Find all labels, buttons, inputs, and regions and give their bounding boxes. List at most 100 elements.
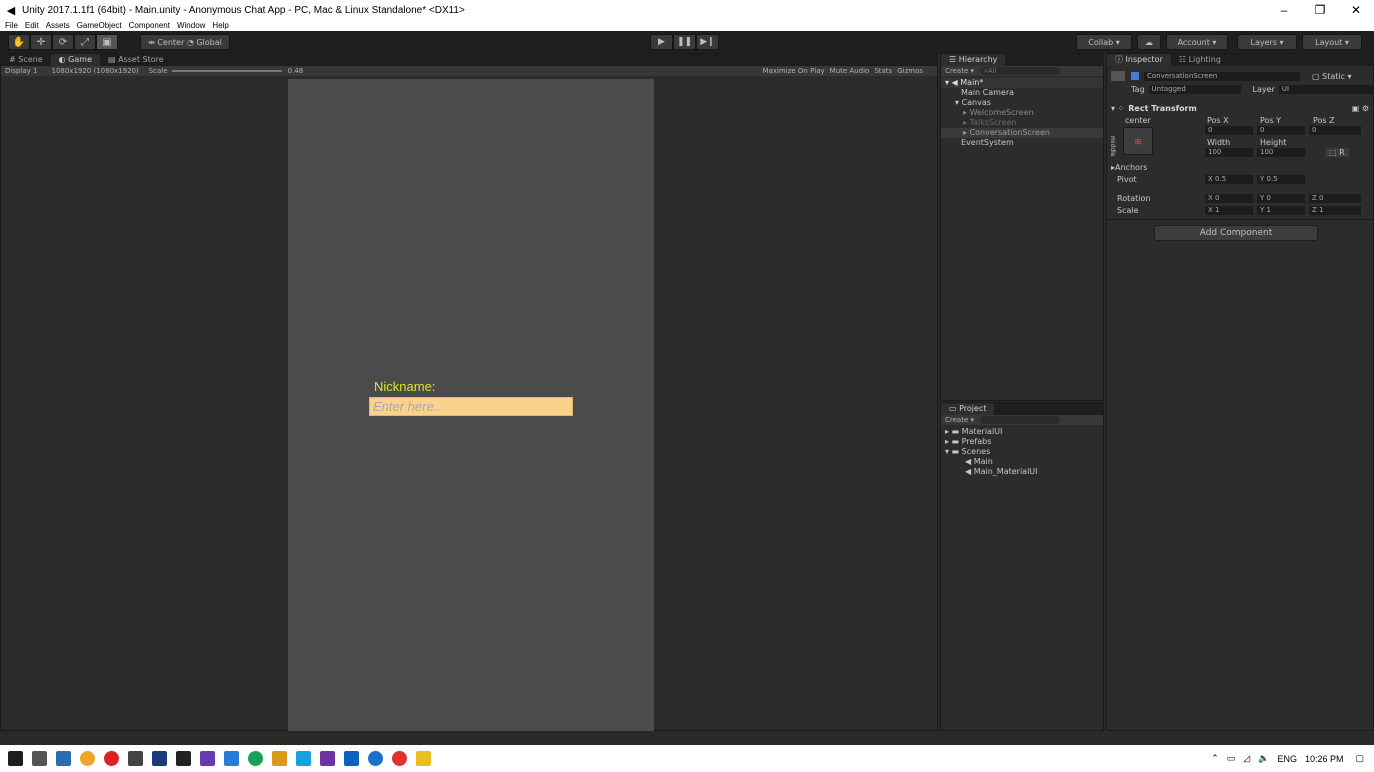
pos-y-field[interactable]: 0 xyxy=(1257,125,1305,135)
rotation-z-field[interactable]: Z 0 xyxy=(1309,193,1361,203)
maximize-button[interactable]: ❐ xyxy=(1302,0,1338,20)
pos-z-field[interactable]: 0 xyxy=(1309,125,1361,135)
blueprint-raw-buttons[interactable]: ⬚ R xyxy=(1325,147,1349,157)
visual-studio-icon[interactable] xyxy=(200,751,215,766)
active-checkbox[interactable] xyxy=(1131,72,1139,80)
rotation-y-field[interactable]: Y 0 xyxy=(1257,193,1305,203)
add-component-button[interactable]: Add Component xyxy=(1154,225,1318,241)
layout-dropdown[interactable]: Layout ▾ xyxy=(1302,34,1362,50)
menu-window[interactable]: Window xyxy=(177,21,205,30)
skype-icon[interactable] xyxy=(296,751,311,766)
scene-file-main-materialui[interactable]: ◀ Main_MaterialUI xyxy=(941,467,1103,477)
folder-prefabs[interactable]: ▸ ▬ Prefabs xyxy=(941,437,1103,447)
rotation-x-field[interactable]: X 0 xyxy=(1205,193,1253,203)
tab-game[interactable]: ◐ Game xyxy=(50,54,100,66)
folder-materialui[interactable]: ▸ ▬ MaterialUI xyxy=(941,427,1103,437)
stats-toggle[interactable]: Stats xyxy=(874,66,892,76)
network-icon[interactable]: ◿ xyxy=(1243,753,1250,764)
hierarchy-item-main-camera[interactable]: Main Camera xyxy=(941,88,1103,98)
display-dropdown[interactable]: Display 1 xyxy=(5,66,37,76)
anchor-presets-button[interactable]: ⊞ xyxy=(1123,127,1153,155)
language-indicator[interactable]: ENG xyxy=(1277,754,1297,764)
account-dropdown[interactable]: Account ▾ xyxy=(1166,34,1228,50)
battery-icon[interactable]: ▭ xyxy=(1227,753,1236,764)
menu-file[interactable]: File xyxy=(5,21,18,30)
tab-asset-store[interactable]: ▤ Asset Store xyxy=(100,54,172,66)
tab-hierarchy[interactable]: ☰ Hierarchy xyxy=(941,54,1006,66)
opera-icon[interactable] xyxy=(104,751,119,766)
pause-icon[interactable]: ❚❚ xyxy=(673,34,696,50)
resolution-dropdown[interactable]: 1080x1920 (1080x1920) xyxy=(51,66,138,76)
chrome-icon[interactable] xyxy=(80,751,95,766)
menu-help[interactable]: Help xyxy=(212,21,228,30)
move-tool-icon[interactable]: ✛ xyxy=(30,34,52,50)
hierarchy-item-welcome-screen[interactable]: ▸ WelcomeScreen xyxy=(941,108,1103,118)
rect-transform-header[interactable]: ▾ ⁘ Rect Transform ▣ ⚙ xyxy=(1111,103,1369,113)
hierarchy-item-event-system[interactable]: EventSystem xyxy=(941,138,1103,148)
tab-inspector[interactable]: ⓘ Inspector xyxy=(1107,54,1171,66)
sticky-notes-icon[interactable] xyxy=(416,751,431,766)
hierarchy-search-input[interactable]: ⌕All xyxy=(980,67,1060,75)
layer-dropdown[interactable]: UI xyxy=(1278,84,1374,94)
menu-component[interactable]: Component xyxy=(129,21,170,30)
nickname-input[interactable]: Enter here.. xyxy=(369,397,573,416)
app-icon[interactable] xyxy=(320,751,335,766)
pivot-y-field[interactable]: Y 0.5 xyxy=(1257,174,1305,184)
menu-gameobject[interactable]: GameObject xyxy=(77,21,122,30)
scale-tool-icon[interactable]: ⤢ xyxy=(74,34,96,50)
rotate-tool-icon[interactable]: ⟳ xyxy=(52,34,74,50)
rect-tool-icon[interactable]: ▣ xyxy=(96,34,118,50)
collab-button[interactable]: Collab ▾ xyxy=(1076,34,1132,50)
volume-icon[interactable]: 🔈 xyxy=(1258,753,1269,764)
chevron-up-icon[interactable]: ⌃ xyxy=(1211,753,1219,764)
tab-lighting[interactable]: ☷ Lighting xyxy=(1171,54,1229,66)
step-icon[interactable]: ▶❙ xyxy=(696,34,719,50)
minimize-button[interactable]: – xyxy=(1266,0,1302,20)
notification-icon[interactable]: ▢ xyxy=(1355,753,1364,764)
maximize-on-play-toggle[interactable]: Maximize On Play xyxy=(763,66,825,76)
pos-x-field[interactable]: 0 xyxy=(1205,125,1253,135)
spotify-icon[interactable] xyxy=(248,751,263,766)
gizmos-dropdown[interactable]: Gizmos xyxy=(897,66,923,76)
cloud-button[interactable]: ☁ xyxy=(1137,34,1161,50)
project-search-input[interactable] xyxy=(980,416,1060,424)
width-field[interactable]: 100 xyxy=(1205,147,1253,157)
component-settings-icon[interactable]: ▣ ⚙ xyxy=(1352,104,1369,113)
play-icon[interactable]: ▶ xyxy=(650,34,673,50)
scale-y-field[interactable]: Y 1 xyxy=(1257,205,1305,215)
pivot-x-field[interactable]: X 0.5 xyxy=(1205,174,1253,184)
app-icon[interactable] xyxy=(392,751,407,766)
layers-dropdown[interactable]: Layers ▾ xyxy=(1237,34,1297,50)
unity-icon[interactable] xyxy=(176,751,191,766)
close-button[interactable]: ✕ xyxy=(1338,0,1374,20)
folder-scenes[interactable]: ▾ ▬ Scenes xyxy=(941,447,1103,457)
scene-row[interactable]: ▾ ◀ Main* xyxy=(941,78,1103,88)
task-view-icon[interactable] xyxy=(32,751,47,766)
tab-scene[interactable]: # Scene xyxy=(1,54,51,66)
explorer-icon[interactable] xyxy=(56,751,71,766)
start-icon[interactable] xyxy=(8,751,23,766)
clock[interactable]: 10:26 PM xyxy=(1305,754,1344,764)
app-icon[interactable] xyxy=(368,751,383,766)
scene-file-main[interactable]: ◀ Main xyxy=(941,457,1103,467)
photoshop-icon[interactable] xyxy=(152,751,167,766)
anchors-foldout[interactable]: ▸ Anchors xyxy=(1111,162,1147,172)
menu-assets[interactable]: Assets xyxy=(46,21,70,30)
notepad-icon[interactable] xyxy=(128,751,143,766)
gameobject-name-field[interactable]: ConversationScreen xyxy=(1144,71,1300,81)
vscode-icon[interactable] xyxy=(224,751,239,766)
pivot-toggle[interactable]: ⇹ Center ◔ Global xyxy=(140,34,230,50)
scale-slider[interactable] xyxy=(171,70,282,72)
hierarchy-create-button[interactable]: Create ▾ xyxy=(945,66,974,76)
hand-tool-icon[interactable]: ✋ xyxy=(8,34,30,50)
tab-project[interactable]: ▭ Project xyxy=(941,403,995,415)
project-create-button[interactable]: Create ▾ xyxy=(945,415,974,425)
height-field[interactable]: 100 xyxy=(1257,147,1305,157)
app-icon[interactable] xyxy=(272,751,287,766)
hierarchy-item-canvas[interactable]: ▾ Canvas xyxy=(941,98,1103,108)
static-checkbox[interactable]: ▢ Static ▾ xyxy=(1312,72,1352,81)
menu-edit[interactable]: Edit xyxy=(25,21,39,30)
scale-x-field[interactable]: X 1 xyxy=(1205,205,1253,215)
scale-z-field[interactable]: Z 1 xyxy=(1309,205,1361,215)
tag-dropdown[interactable]: Untagged xyxy=(1148,84,1241,94)
